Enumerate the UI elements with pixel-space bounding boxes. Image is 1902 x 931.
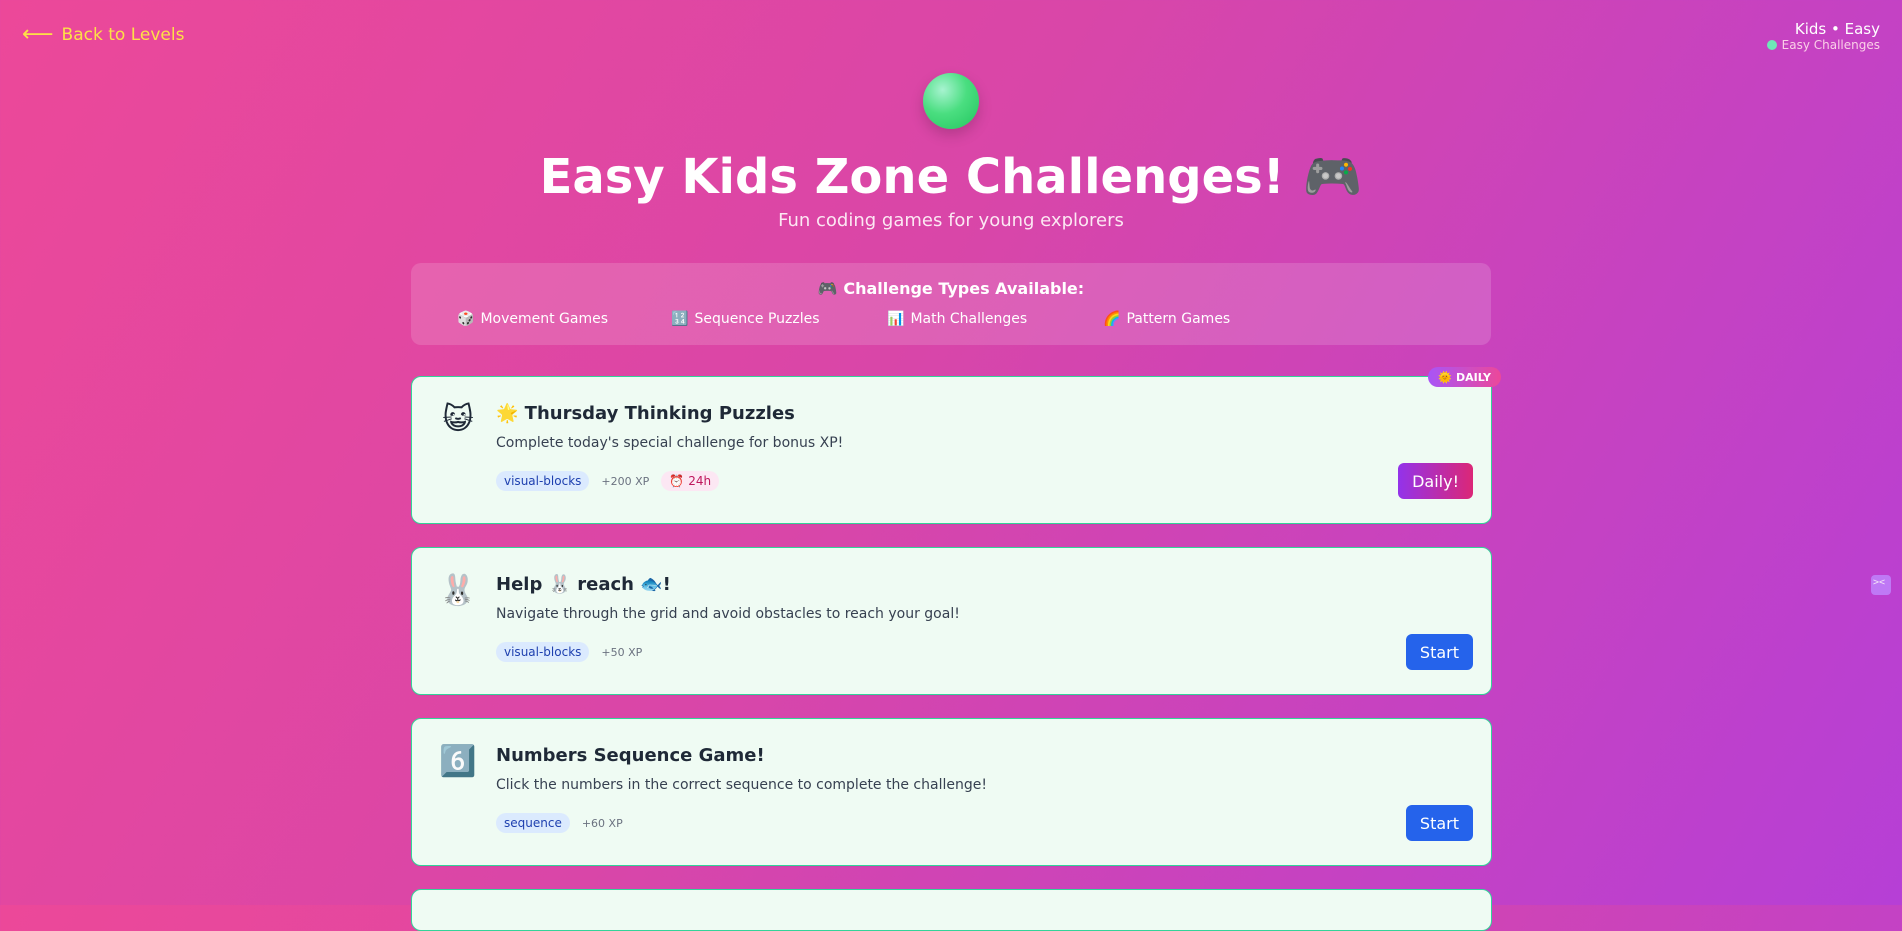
type-label: Pattern Games [1126, 311, 1231, 327]
level-title: Kids • Easy [1794, 20, 1880, 38]
card-description: Complete today's special challenge for b… [496, 435, 844, 451]
gamepad-icon: 🎮 [1302, 149, 1363, 205]
cat-icon: 😺 [442, 401, 474, 437]
xp-reward: +60 XP [581, 816, 623, 830]
back-label: Back to Levels [61, 25, 185, 45]
card-description: Navigate through the grid and avoid obst… [496, 606, 960, 622]
daily-button[interactable]: Daily! [1398, 463, 1473, 499]
challenge-types-heading: 🎮 Challenge Types Available: [817, 279, 1085, 298]
challenge-card-daily[interactable]: 🌞 DAILY 😺 🌟 Thursday Thinking Puzzles Co… [411, 367, 1501, 524]
daily-badge: 🌞 DAILY [1428, 367, 1501, 387]
type-label: Movement Games [480, 311, 609, 327]
numbers-icon: 🔢 [671, 311, 689, 327]
type-label: Math Challenges [910, 311, 1028, 327]
card-title: 🌟 Thursday Thinking Puzzles [496, 403, 795, 424]
card-title: Help 🐰 reach 🐟! [496, 574, 671, 595]
start-button[interactable]: Start [1405, 634, 1473, 670]
arrow-left-icon: ⟵ [22, 22, 54, 47]
challenge-types-panel: 🎮 Challenge Types Available: 🎲 Movement … [411, 263, 1491, 345]
card-title: Numbers Sequence Game! [496, 745, 765, 766]
dice-icon: 🎲 [457, 311, 475, 327]
sun-icon: 🌞 [1438, 370, 1452, 384]
challenge-card[interactable] [411, 889, 1492, 931]
xp-reward: +50 XP [601, 645, 643, 659]
back-to-levels-link[interactable]: ⟵ Back to Levels [22, 24, 184, 46]
number-six-icon: 6️⃣ [439, 743, 477, 779]
card-meta: visual-blocks +50 XP [496, 642, 642, 662]
rabbit-icon: 🐰 [439, 572, 477, 608]
challenge-card[interactable]: 🐰 Help 🐰 reach 🐟! Navigate through the g… [411, 547, 1492, 695]
alarm-clock-icon: ⏰ [669, 474, 685, 488]
xp-reward: +200 XP [601, 474, 650, 488]
page-subtitle: Fun coding games for young explorers [778, 210, 1124, 231]
type-math-challenges: 📊 Math Challenges [887, 311, 1103, 327]
status-dot-icon [1766, 40, 1777, 50]
green-orb-icon [923, 73, 979, 129]
level-info: Kids • Easy Easy Challenges [1766, 20, 1880, 52]
rainbow-icon: 🌈 [1103, 311, 1121, 327]
start-button[interactable]: Start [1405, 805, 1473, 841]
type-sequence-puzzles: 🔢 Sequence Puzzles [671, 311, 887, 327]
type-movement-games: 🎲 Movement Games [457, 311, 671, 327]
category-tag: sequence [496, 813, 570, 833]
card-description: Click the numbers in the correct sequenc… [496, 777, 987, 793]
level-subtitle: Easy Challenges [1766, 38, 1880, 52]
side-toggle-icon[interactable] [1871, 575, 1891, 595]
category-tag: visual-blocks [496, 471, 590, 491]
challenge-types-list: 🎲 Movement Games 🔢 Sequence Puzzles 📊 Ma… [457, 311, 1230, 327]
type-pattern-games: 🌈 Pattern Games [1103, 311, 1230, 327]
card-meta: sequence +60 XP [496, 813, 623, 833]
challenge-card[interactable]: 6️⃣ Numbers Sequence Game! Click the num… [411, 718, 1492, 866]
daily-badge-label: DAILY [1456, 370, 1491, 384]
level-subtitle-text: Easy Challenges [1781, 38, 1880, 52]
timer-badge: ⏰ 24h [661, 471, 720, 491]
timer-value: 24h [688, 474, 712, 488]
category-tag: visual-blocks [496, 642, 590, 662]
page-title-text: Easy Kids Zone Challenges! [539, 148, 1285, 205]
card-meta: visual-blocks +200 XP ⏰ 24h [496, 471, 720, 491]
chart-icon: 📊 [887, 311, 905, 327]
type-label: Sequence Puzzles [694, 311, 820, 327]
page-title: Easy Kids Zone Challenges! 🎮 [0, 148, 1902, 206]
